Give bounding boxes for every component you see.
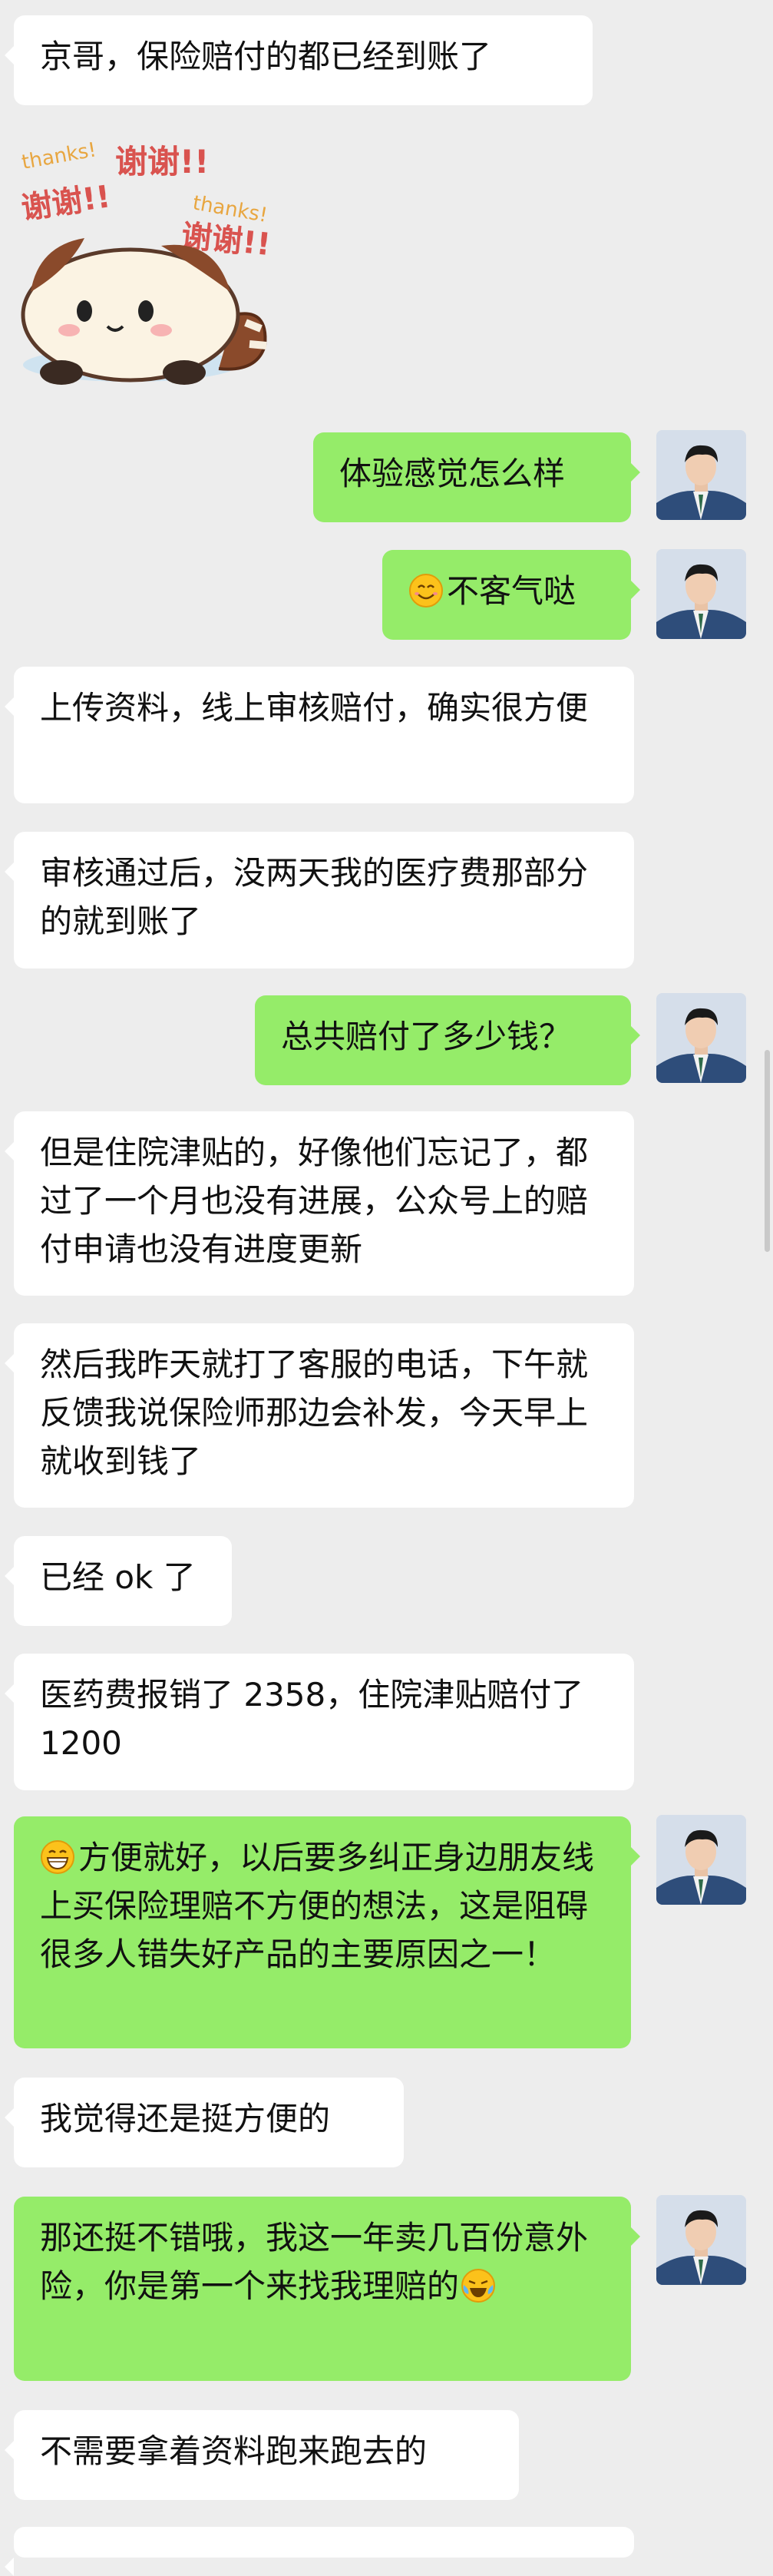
message-text: 不客气哒 — [447, 572, 576, 610]
sticker-word: 谢谢!! — [115, 143, 209, 180]
message-bubble-outgoing[interactable]: 总共赔付了多少钱？ — [255, 995, 640, 1085]
message-bubble-incoming[interactable]: 然后我昨天就打了客服的电话，下午就反馈我说保险师那边会补发，今天早上就收到钱了 — [5, 1323, 634, 1508]
message-text: 体验感觉怎么样 — [339, 455, 566, 492]
message-bubble-incoming[interactable]: 但是住院津贴的，好像他们忘记了，都过了一个月也没有进展，公众号上的赔付申请也没有… — [5, 1111, 634, 1296]
message-text: 然后我昨天就打了客服的电话，下午就反馈我说保险师那边会补发，今天早上就收到钱了 — [40, 1346, 589, 1480]
grin-emoji-icon — [41, 1840, 74, 1874]
message-bubble-outgoing[interactable]: 不客气哒 — [382, 550, 640, 640]
message-text: 但是住院津贴的，好像他们忘记了，都过了一个月也没有进展，公众号上的赔付申请也没有… — [40, 1134, 589, 1268]
smile-emoji-icon — [409, 574, 443, 608]
avatar[interactable] — [656, 2195, 746, 2285]
message-bubble-incoming[interactable]: 我觉得还是挺方便的 — [5, 2078, 404, 2167]
avatar[interactable] — [656, 1815, 746, 1905]
sticker-word: thanks! — [20, 138, 98, 174]
message-bubble-partial[interactable] — [5, 2527, 634, 2576]
avatar[interactable] — [656, 430, 746, 520]
message-bubble-outgoing[interactable]: 那还挺不错哦，我这一年卖几百份意外险，你是第一个来找我理赔的 — [14, 2197, 640, 2381]
avatar[interactable] — [656, 993, 746, 1083]
scrollbar[interactable] — [765, 1050, 770, 1252]
message-bubble-outgoing[interactable]: 体验感觉怎么样 — [313, 432, 640, 522]
message-text: 那还挺不错哦，我这一年卖几百份意外险，你是第一个来找我理赔的 — [40, 2219, 589, 2305]
message-text: 医药费报销了 2358，住院津贴赔付了 1200 — [40, 1676, 584, 1762]
message-text: 方便就好，以后要多纠正身边朋友线上买保险理赔不方便的想法，这是阻碍很多人错失好产… — [40, 1839, 595, 1973]
message-bubble-incoming[interactable]: 已经 ok 了 — [5, 1536, 232, 1626]
cry-laugh-emoji-icon — [461, 2269, 496, 2303]
message-text: 总共赔付了多少钱？ — [281, 1018, 572, 1055]
message-text: 不需要拿着资料跑来跑去的 — [40, 2432, 428, 2470]
message-text: 审核通过后，没两天我的医疗费那部分的就到账了 — [40, 854, 589, 940]
message-bubble-outgoing[interactable]: 方便就好，以后要多纠正身边朋友线上买保险理赔不方便的想法，这是阻碍很多人错失好产… — [14, 1816, 640, 2048]
message-bubble-incoming[interactable]: 医药费报销了 2358，住院津贴赔付了 1200 — [5, 1654, 634, 1790]
message-bubble-incoming[interactable]: 上传资料，线上审核赔付，确实很方便 — [5, 667, 634, 803]
message-text: 我觉得还是挺方便的 — [40, 2100, 331, 2137]
message-text: 已经 ok 了 — [40, 1558, 196, 1596]
message-bubble-incoming[interactable]: 不需要拿着资料跑来跑去的 — [5, 2410, 519, 2500]
message-bubble-incoming[interactable]: 审核通过后，没两天我的医疗费那部分的就到账了 — [5, 832, 634, 968]
message-text: 上传资料，线上审核赔付，确实很方便 — [40, 689, 589, 727]
message-text: 京哥，保险赔付的都已经到账了 — [40, 38, 492, 75]
sticker-word: 谢谢!! — [19, 179, 113, 227]
raccoon-thanks-sticker[interactable]: thanks! 谢谢!! 谢谢!! thanks! 谢谢!! — [15, 138, 276, 392]
avatar[interactable] — [656, 549, 746, 639]
message-bubble-incoming[interactable]: 京哥，保险赔付的都已经到账了 — [5, 15, 593, 105]
